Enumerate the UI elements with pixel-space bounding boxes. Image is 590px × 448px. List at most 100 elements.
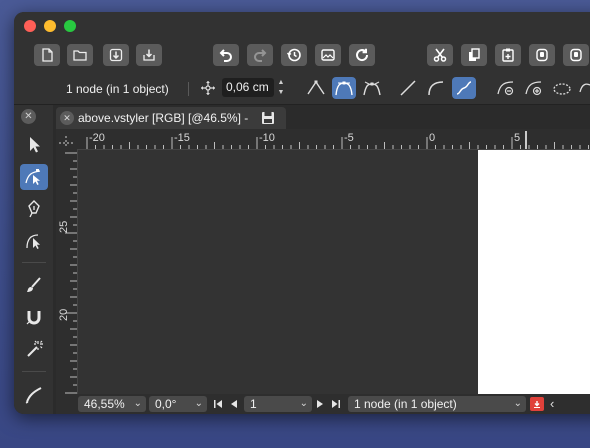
chevron-down-icon: ⌄: [299, 398, 308, 409]
new-document-button[interactable]: [34, 44, 60, 66]
stepper-down-icon[interactable]: ▼: [278, 88, 285, 97]
document-tab-close-icon[interactable]: ✕: [60, 111, 74, 125]
rotation-select[interactable]: 0,0° ⌄: [149, 396, 207, 412]
selection-status-label: 1 node (in 1 object): [66, 82, 169, 96]
export-icon: [143, 49, 155, 61]
last-page-button[interactable]: [330, 396, 342, 412]
document-tab[interactable]: ✕ above.vstyler [RGB] [@46.5%] -: [56, 107, 286, 129]
chevron-down-icon: ⌄: [194, 398, 203, 409]
remove-node-button[interactable]: [494, 77, 518, 99]
cut-button[interactable]: [427, 44, 453, 66]
arrow-pointer-icon: [30, 137, 40, 153]
drawing-canvas[interactable]: [78, 150, 590, 394]
history-icon: [286, 48, 301, 62]
pen-nib-icon: [28, 200, 40, 218]
open-folder-icon: [73, 50, 87, 61]
page-select[interactable]: 1 ⌄: [244, 396, 312, 412]
toolbox: ✕: [14, 105, 53, 414]
clone-button[interactable]: [563, 44, 589, 66]
magic-wand-icon: [27, 340, 43, 357]
toolbox-close-icon[interactable]: ✕: [21, 109, 36, 124]
next-page-icon: [317, 400, 323, 408]
brush-icon: [27, 277, 41, 292]
magnet-tool[interactable]: [20, 304, 48, 330]
curve-segment-button[interactable]: [424, 77, 448, 99]
cusp-node-button[interactable]: [304, 77, 328, 99]
main-toolbar: [14, 40, 590, 72]
ruler-label: 25: [58, 221, 70, 233]
new-document-icon: [42, 48, 53, 62]
symmetric-node-icon: [363, 81, 381, 96]
refresh-button[interactable]: [349, 44, 375, 66]
history-button[interactable]: [281, 44, 307, 66]
close-curve-icon: [553, 83, 571, 95]
undo-icon: [219, 49, 232, 62]
symmetric-node-button[interactable]: [360, 77, 384, 99]
redo-icon: [254, 49, 267, 62]
status-bar: 46,55% ⌄ 0,0° ⌄ 1 ⌄ 1 node (in 1 object)…: [56, 394, 590, 414]
paste-icon: [502, 48, 514, 62]
toolbox-divider: [22, 371, 46, 372]
straight-segment-button[interactable]: [396, 77, 420, 99]
vertical-ruler[interactable]: 25205: [56, 149, 78, 401]
undo-button[interactable]: [213, 44, 239, 66]
cut-icon: [433, 48, 447, 62]
image-icon: [321, 49, 335, 61]
export-button[interactable]: [136, 44, 162, 66]
open-button[interactable]: [67, 44, 93, 66]
previous-page-icon: [231, 400, 237, 408]
first-page-button[interactable]: [212, 396, 224, 412]
chevron-down-icon: ⌄: [133, 398, 142, 409]
smooth-segment-icon: [456, 81, 472, 95]
paste-button[interactable]: [495, 44, 521, 66]
horizontal-ruler[interactable]: -20 -15 -10 -5 0 5: [77, 129, 590, 150]
magic-wand-tool[interactable]: [20, 336, 48, 362]
page-number: 1: [250, 397, 257, 411]
offset-input[interactable]: 0,06 cm: [222, 78, 274, 97]
document-page[interactable]: [478, 150, 590, 394]
break-curve-button[interactable]: [576, 77, 590, 99]
remove-node-icon: [497, 81, 514, 96]
app-window: 1 node (in 1 object) 0,06 cm ▲ ▼ ✕ ✕ abo…: [14, 12, 590, 414]
ruler-label: 0: [429, 132, 435, 144]
brush-tool[interactable]: [20, 272, 48, 298]
selection-info-select[interactable]: 1 node (in 1 object) ⌄: [348, 396, 526, 412]
stepper-up-icon[interactable]: ▲: [278, 78, 285, 87]
minimize-window-button[interactable]: [44, 20, 56, 32]
magnet-icon: [26, 311, 41, 325]
ruler-corner[interactable]: [56, 129, 77, 149]
pick-tool[interactable]: [20, 132, 48, 158]
import-icon: [109, 48, 123, 62]
calligraphy-pen-icon: [25, 387, 42, 404]
first-page-icon: [214, 400, 222, 408]
smooth-node-button[interactable]: [332, 77, 356, 99]
move-icon: [199, 79, 217, 97]
previous-page-button[interactable]: [228, 396, 240, 412]
title-bar: [14, 12, 590, 40]
chevron-down-icon: ⌄: [513, 398, 522, 409]
duplicate-button[interactable]: [529, 44, 555, 66]
calligraphy-tool[interactable]: [20, 382, 48, 408]
smooth-segment-button[interactable]: [452, 77, 476, 99]
node-tool[interactable]: [20, 164, 48, 190]
pen-tool[interactable]: [20, 196, 48, 222]
maximize-window-button[interactable]: [64, 20, 76, 32]
warning-icon[interactable]: [530, 397, 544, 411]
offset-stepper[interactable]: ▲ ▼: [275, 78, 287, 97]
break-curve-icon: [579, 83, 590, 93]
close-curve-button[interactable]: [550, 77, 574, 99]
image-button[interactable]: [315, 44, 341, 66]
copy-button[interactable]: [461, 44, 487, 66]
selection-info-value: 1 node (in 1 object): [354, 397, 457, 411]
save-disk-icon[interactable]: [261, 111, 275, 125]
next-page-button[interactable]: [314, 396, 326, 412]
contour-arrow-icon: [26, 234, 40, 249]
import-button[interactable]: [103, 44, 129, 66]
zoom-select[interactable]: 46,55% ⌄: [78, 396, 146, 412]
add-node-button[interactable]: [522, 77, 546, 99]
smooth-node-icon: [335, 81, 353, 96]
close-window-button[interactable]: [24, 20, 36, 32]
contour-tool[interactable]: [20, 228, 48, 254]
chevron-left-icon[interactable]: ‹: [550, 396, 554, 411]
redo-button[interactable]: [247, 44, 273, 66]
